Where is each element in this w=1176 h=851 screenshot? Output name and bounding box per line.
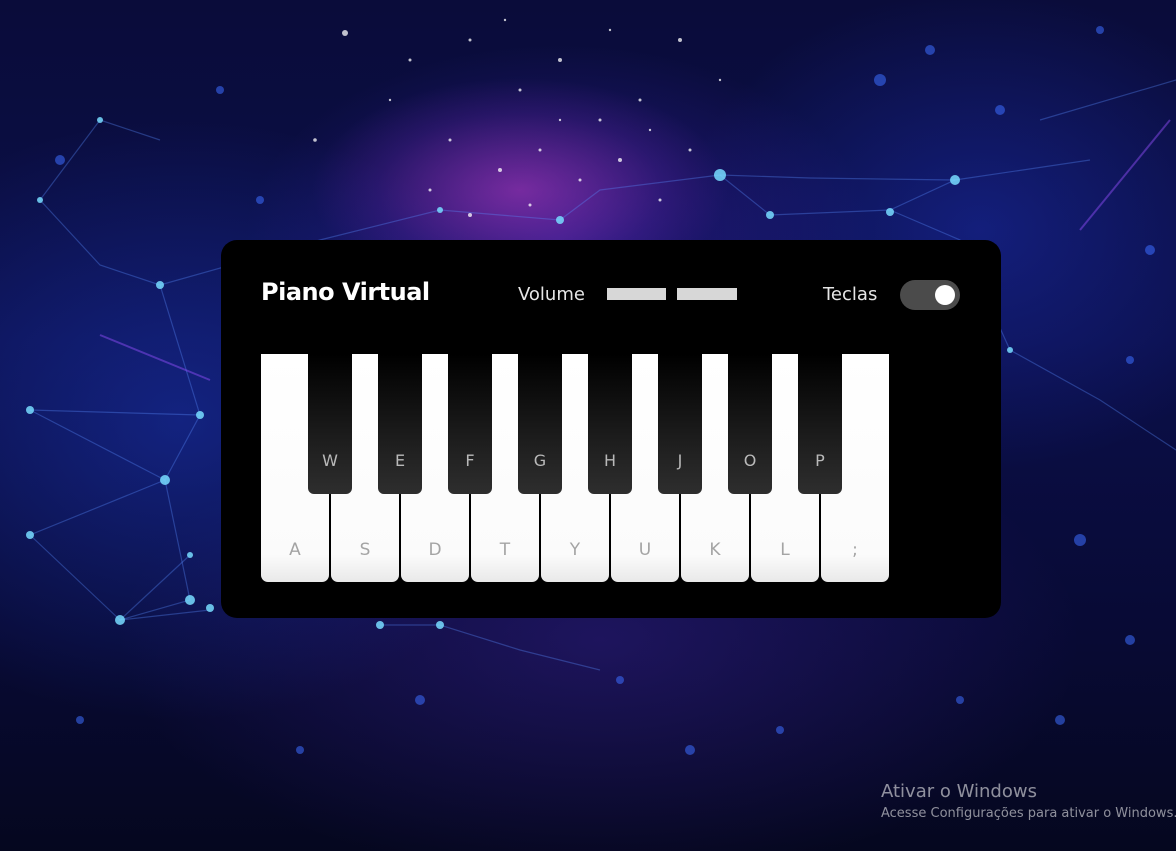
- white-key-label: Y: [569, 540, 581, 560]
- white-key-label: ;: [852, 540, 858, 560]
- white-key-label: A: [289, 540, 301, 560]
- piano-keyboard: A S D T Y U K L; W E F G H J O P: [261, 354, 891, 584]
- black-key-label: E: [394, 451, 406, 470]
- volume-slider-track: [677, 288, 737, 300]
- black-key-label: W: [322, 451, 338, 470]
- black-key[interactable]: H: [588, 354, 632, 494]
- white-key-label: U: [638, 540, 652, 560]
- black-key[interactable]: F: [448, 354, 492, 494]
- volume-label: Volume: [518, 284, 585, 305]
- black-key[interactable]: P: [798, 354, 842, 494]
- black-key[interactable]: J: [658, 354, 702, 494]
- white-key-label: T: [499, 540, 511, 560]
- black-key-label: F: [465, 451, 475, 470]
- piano-panel: Piano Virtual Volume Teclas A S D T Y U K L; W E F…: [221, 240, 1001, 618]
- black-key[interactable]: O: [728, 354, 772, 494]
- black-key-label: J: [677, 451, 683, 470]
- white-key-label: L: [780, 540, 790, 560]
- black-key-label: H: [603, 451, 617, 470]
- keys-toggle[interactable]: [900, 280, 960, 310]
- volume-slider-fill: [607, 288, 666, 300]
- keys-toggle-knob: [935, 285, 955, 305]
- white-key-label: K: [709, 540, 721, 560]
- windows-activation-watermark: Ativar o Windows Acesse Configurações pa…: [881, 780, 1176, 824]
- piano-header: Piano Virtual Volume Teclas: [221, 240, 1001, 350]
- black-key[interactable]: E: [378, 354, 422, 494]
- white-key-label: D: [428, 540, 442, 560]
- black-key[interactable]: G: [518, 354, 562, 494]
- white-key-label: S: [359, 540, 371, 560]
- black-key-label: G: [533, 451, 547, 470]
- keys-label: Teclas: [823, 284, 878, 305]
- activation-title: Ativar o Windows: [881, 781, 1037, 802]
- black-key-label: P: [815, 451, 825, 470]
- volume-slider[interactable]: [607, 288, 737, 300]
- black-key[interactable]: W: [308, 354, 352, 494]
- app-title: Piano Virtual: [261, 278, 430, 306]
- black-key-label: O: [743, 451, 757, 470]
- activation-subtitle: Acesse Configurações para ativar o Windo…: [881, 806, 1176, 821]
